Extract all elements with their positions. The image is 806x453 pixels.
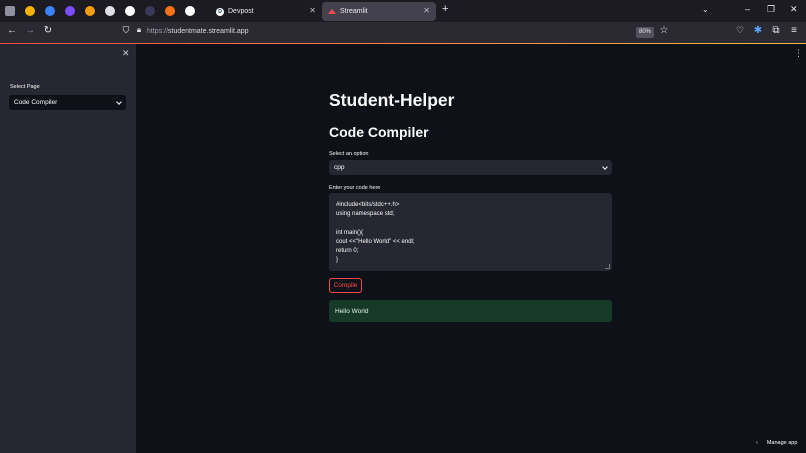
- lock-icon[interactable]: 🔒︎: [132, 25, 146, 35]
- output-success-box: Hello World: [329, 300, 612, 322]
- bookmark-star-icon[interactable]: ☆: [657, 25, 671, 36]
- language-select[interactable]: cpp: [329, 160, 612, 175]
- option-label: Select an option: [329, 151, 369, 157]
- code-label: Enter your code here: [329, 185, 381, 191]
- pinned-tab-icon[interactable]: [160, 0, 180, 22]
- pinned-tab-icon[interactable]: [120, 0, 140, 22]
- address-bar[interactable]: ⛉ 🔒︎ https://studentmate.streamlit.app 8…: [118, 24, 678, 41]
- close-sidebar-icon[interactable]: ✕: [122, 48, 130, 59]
- select-page-label: Select Page: [10, 84, 40, 90]
- pocket-icon[interactable]: ♡: [733, 25, 747, 36]
- shield-icon[interactable]: ⛉: [119, 25, 133, 36]
- chevron-left-icon: ‹: [756, 440, 758, 446]
- pinned-tab-icon[interactable]: [60, 0, 80, 22]
- close-tab-icon[interactable]: ✕: [423, 6, 430, 15]
- chevron-down-icon: [602, 164, 608, 170]
- close-tab-icon[interactable]: ✕: [309, 6, 316, 15]
- code-line: return 0;: [336, 247, 359, 254]
- tab-title: Devpost: [228, 8, 254, 15]
- main-menu-icon[interactable]: ⋮: [794, 48, 803, 59]
- code-line: #include<bits/stdc++.h>: [336, 202, 400, 208]
- reload-icon[interactable]: ↻: [41, 25, 55, 36]
- compile-button[interactable]: Compile: [329, 278, 362, 293]
- page-title: Student-Helper: [329, 90, 455, 110]
- tab-title: Streamlit: [340, 8, 368, 15]
- screen: D Devpost ✕ Streamlit ✕ + ⌄ – ❐ ✕ ← → ↻ …: [0, 0, 806, 453]
- restore-button[interactable]: ❐: [767, 4, 775, 15]
- nav-toolbar: ← → ↻ ⛉ 🔒︎ https://studentmate.streamlit…: [0, 22, 806, 43]
- tab-devpost[interactable]: D Devpost ✕: [210, 2, 322, 21]
- pinned-tab-icon[interactable]: [100, 0, 120, 22]
- forward-icon[interactable]: →: [23, 25, 37, 36]
- url-text[interactable]: https://studentmate.streamlit.app: [147, 28, 249, 35]
- tab-streamlit[interactable]: Streamlit ✕: [322, 2, 436, 21]
- manage-app-button[interactable]: ‹ Manage app: [756, 440, 797, 446]
- pinned-tab-icon[interactable]: [0, 0, 20, 22]
- page-select[interactable]: Code Compiler: [9, 95, 126, 110]
- code-line: using namespace std;: [336, 211, 395, 218]
- pinned-tab-icon[interactable]: [140, 0, 160, 22]
- streamlit-icon: [328, 8, 336, 16]
- pinned-tabs: [0, 0, 200, 22]
- pinned-tab-icon[interactable]: [20, 0, 40, 22]
- pinned-tab-icon[interactable]: [180, 0, 200, 22]
- output-text: Hello World: [335, 308, 369, 315]
- pinned-tab-icon[interactable]: [40, 0, 60, 22]
- code-line: cout <<"Hello World" << endl;: [336, 238, 415, 245]
- new-tab-button[interactable]: +: [442, 3, 448, 15]
- close-window-button[interactable]: ✕: [790, 4, 798, 15]
- hamburger-menu-icon[interactable]: ≡: [787, 25, 801, 36]
- code-line: int main(){: [336, 229, 364, 236]
- resize-handle[interactable]: [605, 264, 610, 269]
- chevron-down-icon: [116, 99, 122, 105]
- list-all-tabs-icon[interactable]: ⌄: [702, 5, 709, 14]
- extension-icon[interactable]: ✱: [751, 25, 765, 36]
- zoom-level[interactable]: 80%: [636, 27, 654, 38]
- minimize-button[interactable]: –: [745, 4, 750, 14]
- language-select-value: cpp: [334, 164, 345, 171]
- pinned-tab-icon[interactable]: [80, 0, 100, 22]
- devpost-icon: D: [216, 7, 224, 16]
- section-title: Code Compiler: [329, 124, 429, 140]
- page-select-value: Code Compiler: [14, 99, 58, 106]
- sidebar: ✕ Select Page Code Compiler: [0, 44, 136, 453]
- code-line: }: [336, 257, 339, 264]
- back-icon[interactable]: ←: [5, 25, 19, 36]
- extensions-puzzle-icon[interactable]: ⧉: [769, 25, 783, 36]
- tab-strip: D Devpost ✕ Streamlit ✕ + ⌄ – ❐ ✕: [0, 0, 806, 22]
- code-textarea[interactable]: #include<bits/stdc++.h> using namespace …: [329, 193, 612, 271]
